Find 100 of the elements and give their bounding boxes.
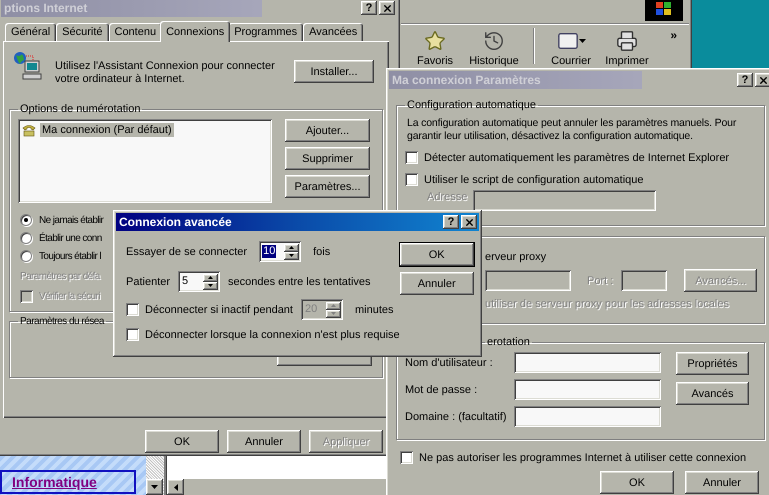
spin-up-button[interactable]: [203, 274, 218, 282]
field-label: Port :: [587, 274, 614, 286]
up-arrow-icon: [289, 246, 294, 249]
scrollbar[interactable]: [146, 456, 166, 495]
toolbar-button[interactable]: Historique: [463, 28, 525, 67]
help-button[interactable]: ?: [443, 215, 459, 229]
field-label: Mot de passe :: [405, 384, 478, 396]
close-button[interactable]: [755, 73, 769, 87]
port-field[interactable]: [621, 270, 668, 291]
checkbox-label: erveur proxy: [485, 251, 546, 263]
intro-text: Utilisez l'Assistant Connexion pour connecter votre ordinateur à Internet.: [55, 60, 276, 86]
list-action-button[interactable]: Supprimer: [285, 147, 370, 170]
checkbox-label: Ne pas autoriser les programmes Internet à utiliser cette connexion: [419, 452, 746, 464]
toolbar-button[interactable]: Favoris: [407, 28, 463, 67]
text-field[interactable]: [514, 406, 661, 427]
printer-icon: [616, 30, 638, 52]
down-arrow-icon: [151, 485, 158, 489]
text-field[interactable]: [514, 352, 661, 373]
defaults-label: Paramètres par défa: [20, 271, 100, 282]
field-label: Essayer de se connecter: [126, 246, 248, 258]
tab[interactable]: Sécurité: [56, 23, 108, 41]
dialog-button[interactable]: OK: [145, 430, 219, 453]
field-label: Domaine : (facultatif): [405, 410, 508, 422]
checkbox-label: utiliser de serveur proxy pour les adresses locales: [485, 298, 729, 310]
scrollbar[interactable]: [167, 479, 388, 495]
install-button[interactable]: Installer...: [294, 60, 374, 83]
text-field[interactable]: [514, 379, 661, 400]
spin-up-button[interactable]: [284, 244, 300, 252]
radio-label: Établir une conn: [39, 232, 102, 244]
dialog-button[interactable]: Annuler: [227, 430, 301, 453]
scroll-down-button[interactable]: [146, 479, 163, 495]
radio-button[interactable]: [20, 214, 32, 226]
checkbox[interactable]: [126, 328, 139, 341]
field-label: Patienter: [126, 276, 170, 288]
tab[interactable]: Avancées: [303, 23, 364, 41]
help-button[interactable]: ?: [361, 1, 377, 15]
flag-icon: [655, 1, 673, 17]
number-field[interactable]: 5: [178, 271, 220, 292]
checkbox[interactable]: [126, 303, 139, 316]
radio-label: Ne jamais établir: [39, 214, 104, 226]
down-arrow-icon: [330, 312, 336, 315]
up-arrow-icon: [208, 276, 214, 279]
checkbox[interactable]: [400, 451, 413, 464]
dialog-button[interactable]: OK: [600, 471, 674, 494]
field-label: Adresse: [427, 190, 468, 202]
tab[interactable]: Programmes: [228, 23, 304, 41]
radio-label: Toujours établir l: [39, 250, 102, 262]
caret-icon: [578, 38, 586, 43]
unit-label: fois: [313, 246, 330, 258]
number-field[interactable]: 10: [259, 241, 302, 262]
connection-list[interactable]: Ma connexion (Par défaut): [18, 119, 272, 203]
list-action-button[interactable]: Ajouter...: [285, 119, 370, 142]
close-icon: [464, 216, 474, 228]
toolbar-button[interactable]: Imprimer: [599, 28, 655, 67]
down-arrow-icon: [208, 284, 214, 287]
spin-up-button[interactable]: [326, 302, 341, 310]
nav-link[interactable]: Informatique: [0, 470, 136, 494]
dialog-button[interactable]: Annuler: [400, 272, 474, 295]
close-button[interactable]: [461, 215, 477, 229]
dialup-button[interactable]: Avancés: [676, 382, 749, 405]
dialup-button[interactable]: Propriétés: [676, 352, 749, 375]
info-text: La configuration automatique peut annuler les paramètres manuels. Pour garantir leur utilisation, désactivez la configuration automatique.: [407, 117, 738, 143]
group-title: erotation: [486, 336, 531, 348]
field-label: Nom d'utilisateur :: [405, 356, 494, 368]
dialog-button[interactable]: Annuler: [685, 471, 759, 494]
window-title: Ma connexion Paramètres: [392, 73, 542, 87]
checkbox-label: Déconnecter si inactif pendant: [145, 304, 293, 316]
list-action-button[interactable]: Paramètres...: [285, 175, 370, 198]
window-title: ptions Internet: [4, 1, 88, 15]
window-title: Connexion avancée: [119, 215, 233, 229]
unit-label: secondes entre les tentatives: [228, 276, 371, 288]
down-arrow-icon: [289, 254, 294, 257]
group-title: Configuration automatique: [406, 99, 538, 111]
address-field[interactable]: [473, 190, 656, 211]
radio-button[interactable]: [20, 232, 32, 244]
up-arrow-icon: [330, 304, 336, 307]
help-button[interactable]: ?: [737, 73, 753, 87]
checkbox[interactable]: [405, 173, 418, 186]
list-item[interactable]: Ma connexion (Par défaut): [21, 122, 269, 138]
checkbox-label: Vérifier la sécuri: [39, 291, 100, 302]
checkbox-label: Détecter automatiquement les paramètres de Internet Explorer: [424, 152, 730, 164]
scroll-left-button[interactable]: [167, 479, 184, 495]
toolbar-button[interactable]: Courrier: [543, 28, 599, 67]
group-title: Options de numérotation: [19, 103, 142, 115]
tab[interactable]: Contenu: [108, 23, 162, 41]
checkbox[interactable]: [405, 151, 418, 164]
checkbox-label: Utiliser le script de configuration automatique: [424, 174, 644, 186]
star-icon: [424, 30, 446, 52]
clock-icon: [483, 30, 505, 52]
unit-label: minutes: [354, 304, 394, 316]
left-arrow-icon: [174, 484, 178, 490]
group-title: Paramètres du résea: [19, 316, 106, 327]
close-icon: [758, 74, 768, 86]
radio-button[interactable]: [20, 250, 32, 262]
more-button[interactable]: »: [670, 28, 677, 42]
tab[interactable]: Général: [5, 23, 56, 41]
dialog-button[interactable]: OK: [400, 243, 474, 266]
close-button[interactable]: [379, 1, 395, 15]
tab[interactable]: Connexions: [160, 21, 230, 42]
close-icon: [382, 2, 392, 14]
